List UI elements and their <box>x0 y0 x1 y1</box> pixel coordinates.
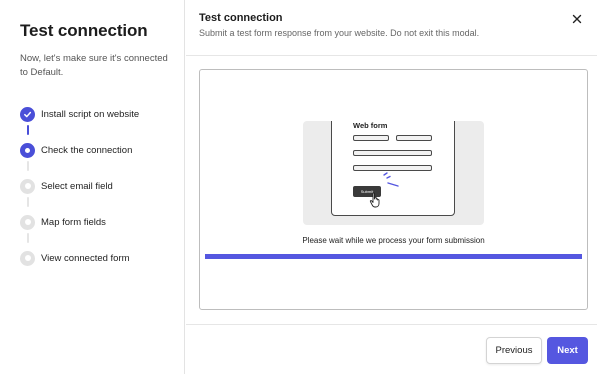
modal-content: Test connection Submit a test form respo… <box>186 0 597 374</box>
form-field-placeholder <box>396 135 432 141</box>
active-step-icon <box>20 142 35 158</box>
hand-cursor-icon <box>369 192 380 208</box>
web-form-illustration: Web form Submit <box>303 121 484 225</box>
test-preview-frame: Web form Submit Please wait while we pro… <box>199 69 588 310</box>
wait-message: Please wait while we process your form s… <box>302 236 485 245</box>
step-map-fields[interactable]: Map form fields <box>20 214 106 230</box>
modal-subtitle: Submit a test form response from your we… <box>199 28 480 38</box>
step-install-script[interactable]: Install script on website <box>20 106 139 122</box>
previous-button[interactable]: Previous <box>486 337 542 364</box>
form-field-placeholder <box>353 150 432 156</box>
step-label: Map form fields <box>41 216 106 228</box>
step-label: View connected form <box>41 252 130 264</box>
step-label: Install script on website <box>41 108 140 120</box>
step-check-connection[interactable]: Check the connection <box>20 142 132 158</box>
step-label: Select email field <box>41 180 113 192</box>
form-field-placeholder <box>353 135 389 141</box>
sidebar-description: Now, let's make sure it's connected to D… <box>20 53 168 78</box>
pending-step-icon <box>20 214 35 230</box>
step-connector <box>27 233 29 243</box>
close-icon <box>572 14 582 24</box>
step-connector <box>27 161 29 171</box>
click-spark-icon <box>383 172 399 187</box>
step-connector <box>27 125 29 135</box>
close-button[interactable] <box>570 12 584 26</box>
steps-sidebar: Test connection Now, let's make sure it'… <box>0 0 185 374</box>
check-icon <box>20 106 35 122</box>
modal-title: Test connection <box>199 12 283 24</box>
progress-bar <box>205 254 582 259</box>
next-button[interactable]: Next <box>547 337 588 364</box>
progress-fill <box>205 254 582 259</box>
step-view-form[interactable]: View connected form <box>20 250 130 266</box>
form-field-placeholder <box>353 165 432 171</box>
divider <box>186 55 597 56</box>
pending-step-icon <box>20 250 35 266</box>
pending-step-icon <box>20 178 35 194</box>
form-title: Web form <box>353 121 388 130</box>
sidebar-title: Test connection <box>20 21 148 40</box>
form-card: Web form Submit <box>331 121 455 216</box>
divider <box>186 324 597 325</box>
step-label: Check the connection <box>41 144 133 156</box>
step-select-email[interactable]: Select email field <box>20 178 113 194</box>
step-connector <box>27 197 29 207</box>
